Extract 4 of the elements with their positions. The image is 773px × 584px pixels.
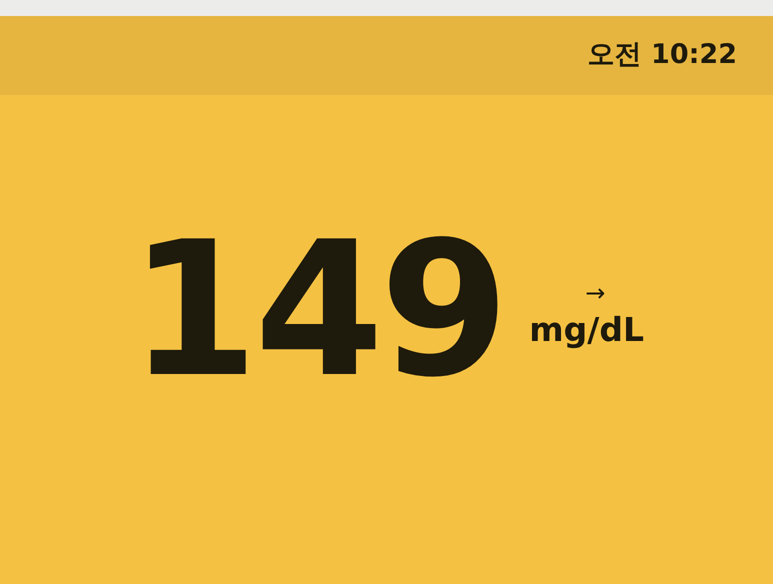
unit-label: mg/dL xyxy=(529,313,644,346)
glucose-value: 149 xyxy=(129,216,506,402)
time-text: 오전 10:22 xyxy=(588,38,737,72)
trend-arrow: → xyxy=(585,281,606,305)
